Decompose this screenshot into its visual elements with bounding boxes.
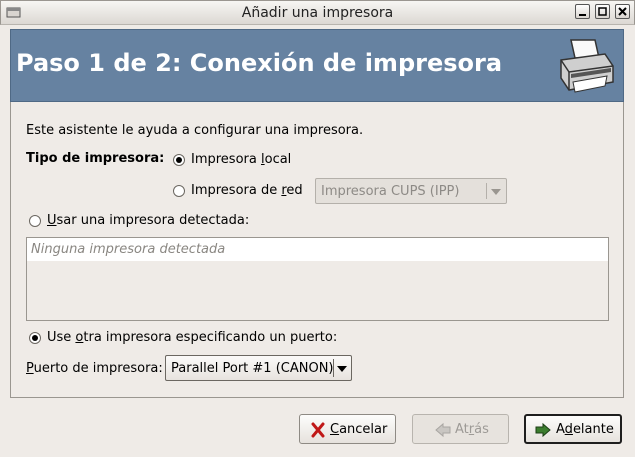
back-button[interactable]: Atrás <box>412 414 509 444</box>
back-label: Atrás <box>455 422 489 437</box>
printer-icon <box>560 39 614 93</box>
header-banner: Paso 1 de 2: Conexión de impresora <box>10 29 624 102</box>
cancel-x-icon <box>311 422 325 438</box>
port-value: Parallel Port #1 (CANON) <box>171 361 334 376</box>
network-type-dropdown[interactable]: Impresora CUPS (IPP) <box>315 178 507 204</box>
cancel-label: Cancelar <box>330 422 388 437</box>
cancel-button[interactable]: Cancelar <box>299 414 396 444</box>
minimize-icon <box>579 14 586 16</box>
printer-type-label: Tipo de impresora: <box>26 151 165 166</box>
minimize-button[interactable] <box>575 4 590 19</box>
close-icon <box>618 7 627 16</box>
dropdown-separator <box>486 183 487 199</box>
detected-printers-list[interactable]: Ninguna impresora detectada <box>26 237 609 321</box>
forward-label: Adelante <box>556 422 614 437</box>
maximize-icon <box>598 7 607 16</box>
chevron-down-icon <box>491 189 501 195</box>
back-arrow-icon <box>435 422 451 438</box>
list-item[interactable]: Ninguna impresora detectada <box>27 238 608 261</box>
port-dropdown[interactable]: Parallel Port #1 (CANON) <box>165 355 352 381</box>
dropdown-separator <box>333 359 334 377</box>
detected-printer-radio[interactable] <box>29 215 41 227</box>
local-printer-radio[interactable] <box>173 154 185 166</box>
other-port-radio[interactable] <box>29 332 41 344</box>
forward-button[interactable]: Adelante <box>524 414 622 444</box>
title-bar[interactable]: Añadir una impresora <box>0 0 635 25</box>
network-printer-radio[interactable] <box>173 185 185 197</box>
forward-arrow-icon <box>535 422 551 438</box>
page-title: Paso 1 de 2: Conexión de impresora <box>16 49 503 77</box>
network-type-value: Impresora CUPS (IPP) <box>321 184 460 199</box>
network-printer-label[interactable]: Impresora de red <box>191 183 303 198</box>
other-port-label[interactable]: Use otra impresora especificando un puer… <box>47 330 337 345</box>
port-label: Puerto de impresora: <box>26 361 163 376</box>
chevron-down-icon <box>337 366 347 372</box>
window-title: Añadir una impresora <box>241 5 394 21</box>
close-button[interactable] <box>615 4 630 19</box>
local-printer-label[interactable]: Impresora local <box>191 152 291 167</box>
maximize-button[interactable] <box>595 4 610 19</box>
intro-text: Este asistente le ayuda a configurar una… <box>26 123 364 138</box>
detected-printer-label[interactable]: Usar una impresora detectada: <box>47 213 249 228</box>
list-placeholder: Ninguna impresora detectada <box>31 242 226 257</box>
